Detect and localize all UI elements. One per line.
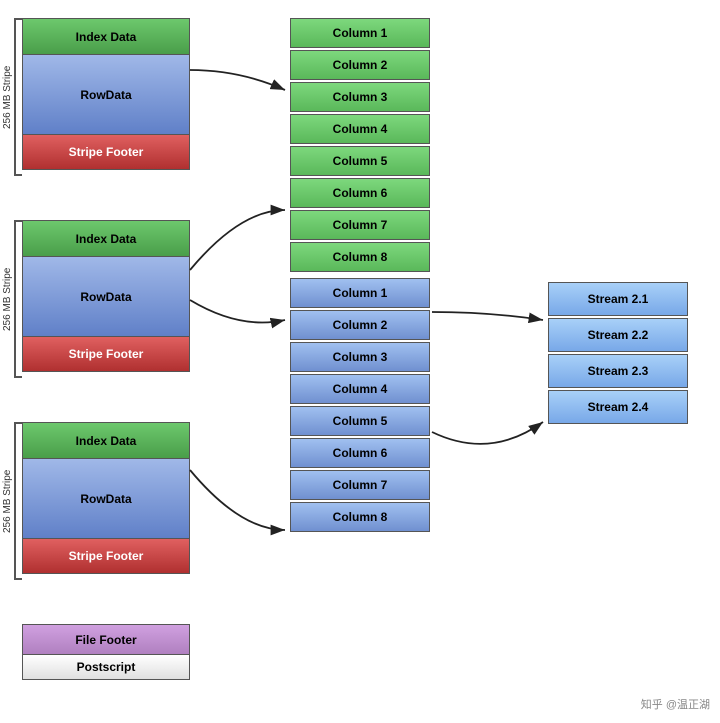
stripe3-bracket <box>14 422 22 580</box>
stream21: Stream 2.1 <box>548 282 688 316</box>
stripe2-footer: Stripe Footer <box>23 337 189 371</box>
stripe3-index: Index Data <box>23 423 189 459</box>
stripe1-index: Index Data <box>23 19 189 55</box>
stripe2-bracket <box>14 220 22 378</box>
colgroup1: Column 1 Column 2 Column 3 Column 4 Colu… <box>290 18 430 274</box>
colgroup2-col7: Column 7 <box>290 470 430 500</box>
colgroup2-col4: Column 4 <box>290 374 430 404</box>
postscript: Postscript <box>22 654 190 680</box>
stripe1-row: RowData <box>23 55 189 135</box>
colgroup1-col5: Column 5 <box>290 146 430 176</box>
watermark: 知乎 @温正湖 <box>641 696 710 712</box>
stream22: Stream 2.2 <box>548 318 688 352</box>
stream24: Stream 2.4 <box>548 390 688 424</box>
colgroup1-col7: Column 7 <box>290 210 430 240</box>
colgroup2-col1: Column 1 <box>290 278 430 308</box>
stripe1-block: Index Data RowData Stripe Footer <box>22 18 190 170</box>
colgroup2: Column 1 Column 2 Column 3 Column 4 Colu… <box>290 278 430 534</box>
stripe2-block: Index Data RowData Stripe Footer <box>22 220 190 372</box>
colgroup1-col4: Column 4 <box>290 114 430 144</box>
colgroup2-col2: Column 2 <box>290 310 430 340</box>
file-footer: File Footer <box>22 624 190 654</box>
colgroup2-col5: Column 5 <box>290 406 430 436</box>
colgroup1-col3: Column 3 <box>290 82 430 112</box>
colgroup1-col1: Column 1 <box>290 18 430 48</box>
stripe3-label: 256 MB Stripe <box>2 422 13 580</box>
stripe3-block: Index Data RowData Stripe Footer <box>22 422 190 574</box>
stream-group: Stream 2.1 Stream 2.2 Stream 2.3 Stream … <box>548 282 688 426</box>
stripe1-footer: Stripe Footer <box>23 135 189 169</box>
colgroup1-col6: Column 6 <box>290 178 430 208</box>
stream23: Stream 2.3 <box>548 354 688 388</box>
colgroup1-col8: Column 8 <box>290 242 430 272</box>
stripe2-index: Index Data <box>23 221 189 257</box>
stripe2-label: 256 MB Stripe <box>2 220 13 378</box>
diagram-container: Index Data RowData Stripe Footer 256 MB … <box>0 10 720 720</box>
stripe3-row: RowData <box>23 459 189 539</box>
stripe2-row: RowData <box>23 257 189 337</box>
file-footer-block: File Footer Postscript <box>22 624 190 680</box>
stripe3-footer: Stripe Footer <box>23 539 189 573</box>
colgroup2-col3: Column 3 <box>290 342 430 372</box>
colgroup2-col6: Column 6 <box>290 438 430 468</box>
stripe1-label: 256 MB Stripe <box>2 18 13 176</box>
stripe1-bracket <box>14 18 22 176</box>
colgroup1-col2: Column 2 <box>290 50 430 80</box>
colgroup2-col8: Column 8 <box>290 502 430 532</box>
